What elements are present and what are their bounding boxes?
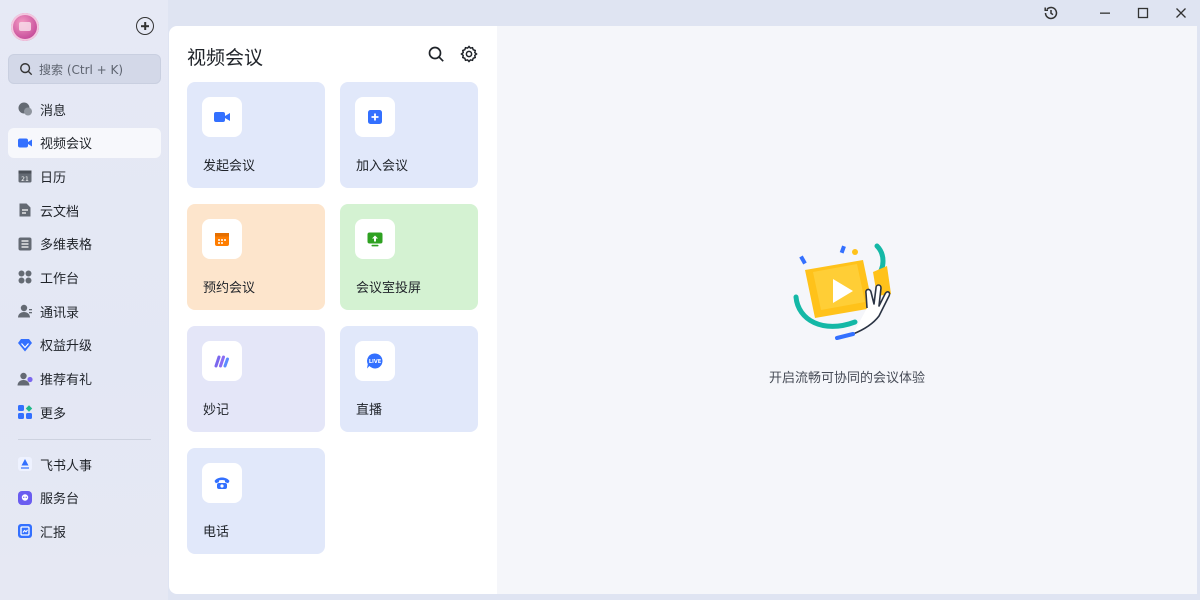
sidebar-item-more[interactable]: 更多 — [8, 397, 161, 427]
sidebar-nav: 消息 视频会议 21 日历 云文档 多维表格 工作台 通讯录 权益升级 推荐有礼… — [8, 94, 161, 431]
diamond-icon — [17, 337, 33, 353]
start-meeting-tile[interactable]: 发起会议 — [187, 82, 325, 188]
panel-title: 视频会议 — [187, 47, 264, 69]
meeting-empty-state: 开启流畅可协同的会议体验 — [497, 26, 1197, 594]
sidebar-item-service-desk[interactable]: 服务台 — [8, 483, 161, 513]
hr-app-icon — [17, 456, 33, 472]
service-desk-icon — [17, 490, 33, 506]
svg-text:21: 21 — [21, 176, 29, 183]
live-icon: LIVE — [355, 341, 395, 381]
sidebar-item-label: 通讯录 — [40, 305, 80, 321]
sidebar-item-hr[interactable]: 飞书人事 — [8, 449, 161, 479]
search-placeholder: 搜索 (Ctrl + K) — [39, 62, 124, 77]
sidebar-item-messages[interactable]: 消息 — [8, 94, 161, 124]
sidebar-item-referral[interactable]: 推荐有礼 — [8, 364, 161, 394]
close-button[interactable] — [1162, 0, 1200, 26]
sidebar-item-label: 更多 — [40, 406, 67, 422]
empty-state-text: 开启流畅可协同的会议体验 — [768, 371, 925, 386]
tile-label: 直播 — [356, 403, 383, 418]
calendar-icon — [202, 219, 242, 259]
sidebar-item-label: 权益升级 — [40, 339, 93, 355]
phone-icon — [202, 463, 242, 503]
sidebar-item-label: 推荐有礼 — [40, 373, 93, 388]
minutes-icon — [202, 341, 242, 381]
sidebar-item-label: 工作台 — [40, 271, 80, 287]
tile-label: 会议室投屏 — [356, 281, 422, 296]
sidebar-item-report[interactable]: 汇报 — [8, 516, 161, 546]
tile-label: 预约会议 — [203, 281, 256, 296]
schedule-meeting-tile[interactable]: 预约会议 — [187, 204, 325, 310]
add-button[interactable] — [136, 17, 154, 35]
sidebar-divider — [18, 439, 151, 440]
window-controls — [1032, 0, 1200, 26]
sidebar-item-label: 消息 — [40, 103, 67, 119]
sidebar-item-label: 日历 — [40, 170, 67, 186]
plus-square-icon — [355, 97, 395, 137]
sidebar-item-label: 视频会议 — [40, 137, 93, 153]
screen-share-icon — [355, 219, 395, 259]
video-camera-icon — [202, 97, 242, 137]
video-camera-icon — [17, 135, 33, 151]
sidebar-item-calendar[interactable]: 21 日历 — [8, 161, 161, 191]
search-icon[interactable] — [427, 45, 445, 63]
sidebar-item-workbench[interactable]: 工作台 — [8, 262, 161, 292]
sidebar-item-label: 多维表格 — [40, 238, 93, 254]
sidebar: 搜索 (Ctrl + K) 消息 视频会议 21 日历 云文档 多维表格 工作台 — [0, 0, 168, 600]
avatar[interactable] — [11, 13, 39, 41]
tile-label: 发起会议 — [203, 159, 256, 174]
gift-user-icon — [17, 371, 33, 387]
sidebar-item-video-meeting[interactable]: 视频会议 — [8, 127, 161, 158]
chat-icon — [17, 101, 33, 117]
tile-label: 妙记 — [203, 403, 230, 418]
doc-icon — [17, 202, 33, 218]
meeting-illustration — [793, 243, 891, 340]
sidebar-item-label: 飞书人事 — [40, 458, 93, 474]
tile-label: 加入会议 — [356, 159, 409, 174]
video-meeting-panel: 视频会议 发起会议 加入会议 预约会议 会议室投屏 妙记 LIVE 直播 电话 — [169, 26, 497, 594]
sidebar-item-label: 云文档 — [40, 204, 80, 220]
search-icon — [20, 63, 33, 76]
minutes-tile[interactable]: 妙记 — [187, 326, 325, 432]
sidebar-item-upgrade[interactable]: 权益升级 — [8, 330, 161, 360]
tile-label: 电话 — [203, 525, 230, 540]
calendar-icon: 21 — [17, 168, 33, 184]
table-icon — [17, 236, 33, 252]
svg-text:LIVE: LIVE — [369, 359, 382, 365]
report-icon — [17, 523, 33, 539]
workbench-icon — [17, 269, 33, 285]
room-screen-share-tile[interactable]: 会议室投屏 — [340, 204, 478, 310]
history-icon[interactable] — [1032, 0, 1070, 26]
search-input[interactable]: 搜索 (Ctrl + K) — [8, 54, 161, 84]
sidebar-item-label: 服务台 — [40, 492, 80, 508]
contacts-icon — [17, 303, 33, 319]
sidebar-item-contacts[interactable]: 通讯录 — [8, 296, 161, 326]
maximize-button[interactable] — [1124, 0, 1162, 26]
sidebar-item-bitable[interactable]: 多维表格 — [8, 229, 161, 259]
sidebar-item-label: 汇报 — [40, 525, 67, 541]
sidebar-apps: 飞书人事 服务台 汇报 — [8, 449, 161, 550]
join-meeting-tile[interactable]: 加入会议 — [340, 82, 478, 188]
live-tile[interactable]: LIVE 直播 — [340, 326, 478, 432]
gear-icon[interactable] — [460, 45, 478, 63]
phone-tile[interactable]: 电话 — [187, 448, 325, 554]
minimize-button[interactable] — [1086, 0, 1124, 26]
more-grid-icon — [17, 404, 33, 420]
sidebar-item-docs[interactable]: 云文档 — [8, 195, 161, 225]
